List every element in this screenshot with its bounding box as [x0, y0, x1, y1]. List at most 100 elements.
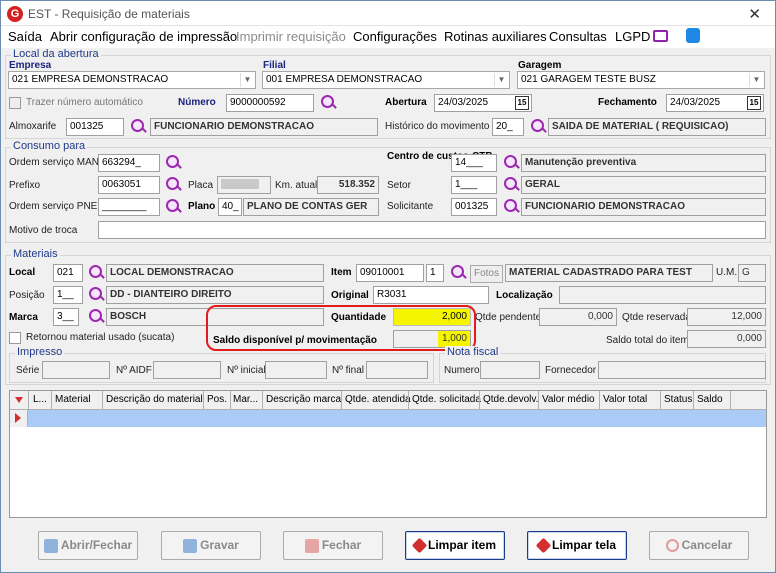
- cancel-icon: [665, 539, 679, 553]
- sort-arrow-icon[interactable]: [15, 397, 23, 403]
- solicitante-code-field[interactable]: 001325: [451, 198, 497, 216]
- calendar-icon[interactable]: 15: [747, 96, 761, 110]
- menu-configuracoes[interactable]: Configurações: [353, 29, 437, 44]
- col-header[interactable]: Qtde.devolv.: [483, 394, 538, 405]
- col-header[interactable]: Pos.: [207, 394, 227, 405]
- search-icon[interactable]: [129, 118, 147, 136]
- almoxarife-code-field[interactable]: 001325: [66, 118, 124, 136]
- search-icon[interactable]: [164, 154, 182, 172]
- trazer-checkbox[interactable]: [9, 97, 21, 109]
- col-header[interactable]: L...: [33, 394, 47, 405]
- limpar-item-button[interactable]: Limpar item: [405, 531, 505, 560]
- search-icon[interactable]: [164, 198, 182, 216]
- placa-label: Placa: [188, 180, 214, 191]
- col-header[interactable]: Saldo: [697, 394, 723, 405]
- col-sep: [341, 391, 342, 410]
- search-icon[interactable]: [87, 308, 105, 326]
- col-header[interactable]: Qtde. atendida: [345, 394, 411, 405]
- os-pne-field[interactable]: ________: [98, 198, 160, 216]
- marca-code-field[interactable]: 3__: [53, 308, 79, 326]
- menu-saida[interactable]: Saída: [8, 29, 42, 44]
- os-man-field[interactable]: 663294_: [98, 154, 160, 172]
- items-table[interactable]: L... Material Descrição do material Pos.…: [9, 390, 767, 518]
- item-code-field[interactable]: 09010001: [356, 264, 424, 282]
- numero-label: Número: [178, 97, 216, 108]
- qtde-pendente-field: 0,000: [539, 308, 617, 326]
- local-code-field[interactable]: 021: [53, 264, 83, 282]
- chevron-down-icon: ▼: [494, 73, 508, 87]
- filial-select[interactable]: 001 EMPRESA DEMONSTRACAO ▼: [262, 71, 510, 89]
- centro-code-field[interactable]: 14___: [451, 154, 497, 172]
- lock-icon: [304, 538, 319, 553]
- abrir-fechar-button[interactable]: Abrir/Fechar: [38, 531, 138, 560]
- abertura-label: Abertura: [385, 97, 427, 108]
- inicial-field: [265, 361, 327, 379]
- os-pne-label: Ordem serviço PNE: [9, 201, 98, 212]
- solicitante-label: Solicitante: [387, 201, 434, 212]
- cancelar-button[interactable]: Cancelar: [649, 531, 749, 560]
- numero-field[interactable]: 9000000592: [226, 94, 314, 112]
- search-icon[interactable]: [319, 94, 337, 112]
- empresa-select[interactable]: 021 EMPRESA DEMONSTRACAO ▼: [8, 71, 256, 89]
- close-icon[interactable]: ✕: [748, 5, 761, 23]
- gravar-button[interactable]: Gravar: [161, 531, 261, 560]
- aidf-field: [153, 361, 221, 379]
- retornou-label: Retornou material usado (sucata): [26, 332, 175, 343]
- saldo-total-field: 0,000: [687, 330, 766, 348]
- menu-abrir-config[interactable]: Abrir configuração de impressão: [50, 29, 237, 44]
- search-icon[interactable]: [529, 118, 547, 136]
- menu-lgpd[interactable]: LGPD: [615, 29, 650, 44]
- menu-imprimir: Imprimir requisição: [236, 29, 346, 44]
- col-sep: [262, 391, 263, 410]
- search-icon[interactable]: [164, 176, 182, 194]
- garagem-label: Garagem: [518, 60, 562, 71]
- search-icon[interactable]: [87, 286, 105, 304]
- item-label: Item: [331, 267, 352, 278]
- setor-code-field[interactable]: 1___: [451, 176, 497, 194]
- historico-code-field[interactable]: 20_: [492, 118, 524, 136]
- search-icon[interactable]: [87, 264, 105, 282]
- plano-name-field: PLANO DE CONTAS GER: [243, 198, 379, 216]
- col-header[interactable]: Material: [55, 394, 91, 405]
- limpar-tela-button[interactable]: Limpar tela: [527, 531, 627, 560]
- km-label: Km. atual: [275, 180, 318, 191]
- col-header[interactable]: Status: [664, 394, 692, 405]
- monitor-icon[interactable]: [653, 30, 668, 42]
- fornecedor-field: [598, 361, 766, 379]
- search-icon[interactable]: [449, 264, 467, 282]
- col-header[interactable]: Valor médio: [542, 394, 595, 405]
- menu-bar: Saída Abrir configuração de impressão Im…: [1, 26, 775, 48]
- local-label: Local: [9, 267, 36, 278]
- fechar-button[interactable]: Fechar: [283, 531, 383, 560]
- prefixo-field[interactable]: 0063051: [98, 176, 160, 194]
- qtde-reservada-label: Qtde reservada: [622, 312, 691, 323]
- table-row[interactable]: [28, 410, 766, 427]
- empresa-value: 021 EMPRESA DEMONSTRACAO: [12, 74, 169, 85]
- plano-code-field[interactable]: 40_: [218, 198, 242, 216]
- group-title: Nota fiscal: [445, 346, 501, 358]
- item-seq-field[interactable]: 1: [426, 264, 444, 282]
- col-header[interactable]: Descrição marca: [266, 394, 341, 405]
- retornou-checkbox[interactable]: [9, 332, 21, 344]
- col-header[interactable]: Mar...: [233, 394, 258, 405]
- menu-rotinas[interactable]: Rotinas auxiliares: [444, 29, 547, 44]
- chevron-down-icon: ▼: [749, 73, 763, 87]
- fotos-button[interactable]: Fotos: [470, 265, 503, 283]
- km-field: 518.352: [317, 176, 379, 194]
- filial-label: Filial: [263, 60, 286, 71]
- garagem-select[interactable]: 021 GARAGEM TESTE BUSZ ▼: [517, 71, 765, 89]
- posicao-code-field[interactable]: 1__: [53, 286, 83, 304]
- brand-icon[interactable]: [686, 28, 700, 43]
- col-header[interactable]: Qtde. solicitada: [412, 394, 481, 405]
- col-header[interactable]: Valor total: [603, 394, 647, 405]
- search-icon[interactable]: [502, 198, 520, 216]
- calendar-icon[interactable]: 15: [515, 96, 529, 110]
- original-field[interactable]: R3031: [373, 286, 489, 304]
- serie-label: Série: [16, 365, 40, 376]
- search-icon[interactable]: [502, 176, 520, 194]
- motivo-field[interactable]: [98, 221, 766, 239]
- menu-consultas[interactable]: Consultas: [549, 29, 607, 44]
- item-name-field: MATERIAL CADASTRADO PARA TEST: [505, 264, 713, 282]
- col-header[interactable]: Descrição do material: [106, 394, 203, 405]
- search-icon[interactable]: [502, 154, 520, 172]
